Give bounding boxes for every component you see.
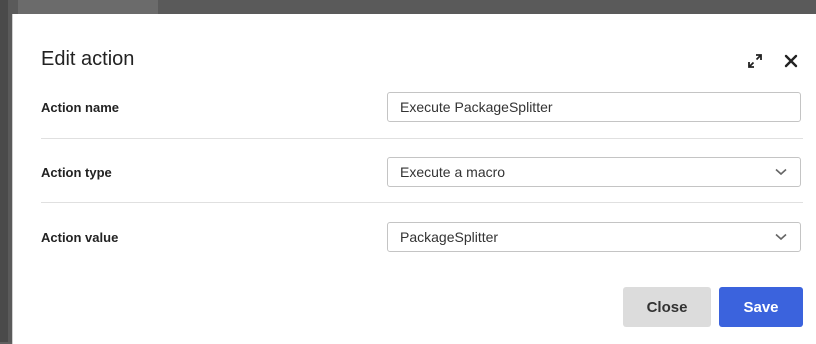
action-value-row: Action value PackageSplitter xyxy=(41,205,803,269)
edit-action-dialog: Edit action Action name Action type Exec… xyxy=(12,14,816,344)
close-icon[interactable] xyxy=(782,52,800,70)
action-name-input[interactable] xyxy=(400,99,780,115)
action-value-label: Action value xyxy=(41,229,119,245)
backdrop-left-edge xyxy=(0,0,8,342)
divider xyxy=(41,202,803,203)
dialog-header-icons xyxy=(746,52,800,70)
action-type-label: Action type xyxy=(41,164,112,180)
action-value-value: PackageSplitter xyxy=(400,229,499,245)
divider xyxy=(41,138,803,139)
close-button[interactable]: Close xyxy=(623,287,711,327)
action-value-select[interactable]: PackageSplitter xyxy=(387,222,801,252)
action-type-select[interactable]: Execute a macro xyxy=(387,157,801,187)
action-name-label: Action name xyxy=(41,99,120,115)
action-name-field[interactable] xyxy=(387,92,801,122)
chevron-down-icon[interactable] xyxy=(774,165,788,179)
action-type-row: Action type Execute a macro xyxy=(41,140,803,204)
action-name-row: Action name xyxy=(41,75,803,139)
dialog-title: Edit action xyxy=(41,48,135,70)
chevron-down-icon[interactable] xyxy=(774,230,788,244)
expand-icon[interactable] xyxy=(746,52,764,70)
backdrop-top-strip xyxy=(18,0,158,14)
action-type-value: Execute a macro xyxy=(400,164,506,180)
save-button[interactable]: Save xyxy=(719,287,803,327)
